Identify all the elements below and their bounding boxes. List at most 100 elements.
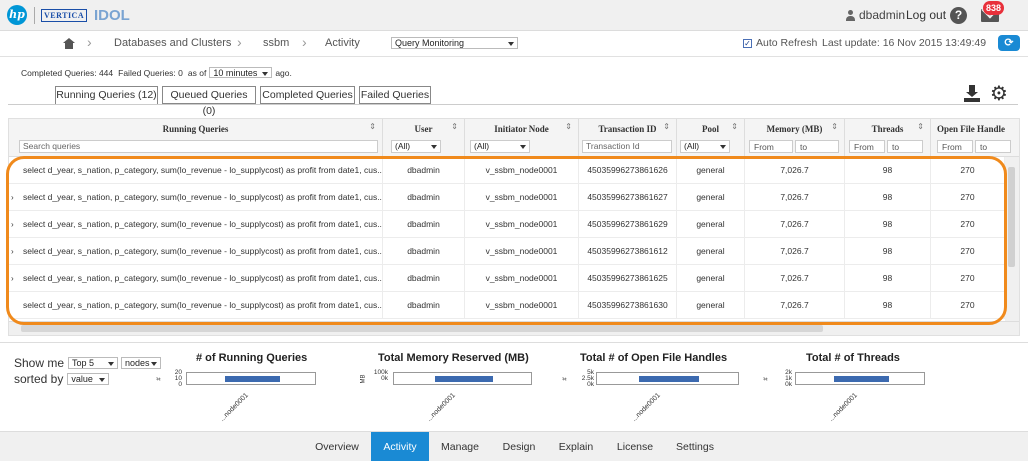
table-row[interactable]: › select d_year, s_nation, p_category, su…	[9, 238, 1009, 265]
summary-chart-title: Total Memory Reserved (MB)	[378, 352, 529, 364]
summary-chart-bar[interactable]	[435, 376, 493, 382]
summary-chart-bar[interactable]	[639, 376, 699, 382]
auto-refresh-label: Auto Refresh	[756, 37, 818, 49]
tab-failed-queries[interactable]: Failed Queries	[359, 86, 431, 104]
column-initiator-node[interactable]: Initiator Node ⇕ (All)	[465, 119, 579, 157]
vertical-scrollbar[interactable]	[1005, 157, 1019, 322]
table-row[interactable]: › select d_year, s_nation, p_category, su…	[9, 211, 1009, 238]
nav-explain[interactable]: Explain	[553, 432, 599, 461]
breadcrumb-databases[interactable]: Databases and Clusters	[114, 37, 231, 49]
logout-link[interactable]: Log out	[906, 8, 946, 22]
summary-chart-node-label: ...node0001	[218, 392, 250, 424]
column-memory[interactable]: Memory (MB) ⇕ From to	[745, 119, 845, 157]
tab-completed-queries[interactable]: Completed Queries	[260, 86, 355, 104]
node-cell: v_ssbm_node0001	[465, 265, 579, 292]
nav-design[interactable]: Design	[497, 432, 541, 461]
user-menu[interactable]: dbadmin	[845, 8, 905, 22]
nav-activity[interactable]: Activity	[371, 432, 429, 461]
nav-manage[interactable]: Manage	[436, 432, 484, 461]
transaction-id-input[interactable]: Transaction Id	[582, 140, 672, 153]
summary-chart-bar[interactable]	[834, 376, 889, 382]
user-filter-select[interactable]: (All)	[391, 140, 441, 153]
vertica-logo: VERTICA	[41, 9, 88, 22]
user-cell: dbadmin	[383, 184, 465, 211]
horizontal-scrollbar[interactable]	[9, 321, 1019, 335]
nav-settings[interactable]: Settings	[670, 432, 720, 461]
sort-icon[interactable]: ⇕	[565, 123, 572, 131]
table-row[interactable]: › select d_year, s_nation, p_category, su…	[9, 184, 1009, 211]
summary-chart-plot[interactable]	[795, 372, 925, 385]
handles-cell: 270	[931, 184, 1005, 211]
sort-icon[interactable]: ⇕	[369, 123, 376, 131]
table-row[interactable]: › select d_year, s_nation, p_category, su…	[9, 265, 1009, 292]
sort-icon[interactable]: ⇕	[731, 123, 738, 131]
summary-chart-unit: MB	[360, 374, 367, 384]
column-transaction-id[interactable]: Transaction ID ⇕ Transaction Id	[579, 119, 677, 157]
transaction-id-cell: 45035996273861625	[579, 265, 677, 292]
summary-chart-plot[interactable]	[186, 372, 316, 385]
completed-count: Completed Queries: 444	[21, 67, 114, 78]
handles-from-input[interactable]: From	[937, 140, 973, 153]
threads-from-input[interactable]: From	[849, 140, 885, 153]
sort-select[interactable]: value	[67, 373, 110, 385]
chevron-down-icon	[262, 72, 269, 76]
sort-value: value	[71, 374, 93, 384]
handles-cell: 270	[931, 238, 1005, 265]
help-icon[interactable]: ?	[950, 7, 967, 24]
gear-icon[interactable]: ⚙	[990, 83, 1008, 103]
view-select[interactable]: Query Monitoring	[391, 37, 518, 49]
column-open-file-handles[interactable]: Open File Handle From to	[931, 119, 1019, 157]
sort-icon[interactable]: ⇕	[917, 123, 924, 131]
nav-license[interactable]: License	[612, 432, 658, 461]
memory-cell: 7,026.7	[745, 265, 845, 292]
top-n-select[interactable]: Top 5	[68, 357, 119, 369]
table-header: Running Queries ⇕ Search queries User ⇕ …	[9, 119, 1019, 157]
show-me-label: Show me	[14, 356, 65, 370]
search-queries-input[interactable]: Search queries	[19, 140, 378, 153]
transaction-id-cell: 45035996273861629	[579, 211, 677, 238]
home-icon[interactable]	[63, 38, 75, 49]
sort-icon[interactable]: ⇕	[831, 123, 838, 131]
tab-running-queries[interactable]: Running Queries (12)	[55, 86, 158, 105]
auto-refresh-checkbox[interactable]: ✓	[743, 39, 752, 48]
user-cell: dbadmin	[383, 211, 465, 238]
failed-count: Failed Queries: 0	[118, 67, 183, 78]
table-row[interactable]: select d_year, s_nation, p_category, sum…	[9, 292, 1009, 319]
column-user[interactable]: User ⇕ (All)	[383, 119, 465, 157]
memory-to-input[interactable]: to	[795, 140, 839, 153]
handles-to-input[interactable]: to	[975, 140, 1011, 153]
threads-to-input[interactable]: to	[887, 140, 923, 153]
sort-icon[interactable]: ⇕	[451, 123, 458, 131]
vertical-scroll-thumb[interactable]	[1008, 167, 1015, 267]
column-pool[interactable]: Pool ⇕ (All)	[677, 119, 745, 157]
memory-cell: 7,026.7	[745, 238, 845, 265]
horizontal-scroll-thumb[interactable]	[21, 325, 823, 332]
sorted-by-label: sorted by	[14, 372, 64, 386]
summary-chart-tick: 0k	[785, 381, 792, 388]
breadcrumb-database[interactable]: ssbm	[263, 37, 289, 49]
memory-from-input[interactable]: From	[749, 140, 793, 153]
column-title: Initiator Node	[494, 124, 549, 134]
user-cell: dbadmin	[383, 157, 465, 184]
handles-cell: 270	[931, 265, 1005, 292]
column-threads[interactable]: Threads ⇕ From to	[845, 119, 931, 157]
table-row[interactable]: select d_year, s_nation, p_category, sum…	[9, 157, 1009, 184]
summary-chart-plot[interactable]	[393, 372, 532, 385]
interval-select[interactable]: 10 minutes	[209, 67, 273, 78]
group-select[interactable]: nodes	[121, 357, 162, 369]
chevron-right-icon: ›	[237, 34, 242, 50]
tab-queued-queries[interactable]: Queued Queries (0)	[162, 86, 256, 117]
summary-chart-bar[interactable]	[225, 376, 280, 382]
sort-icon[interactable]: ⇕	[663, 123, 670, 131]
memory-cell: 7,026.7	[745, 184, 845, 211]
summary-chart-plot[interactable]	[596, 372, 739, 385]
refresh-button[interactable]: ⟳	[998, 35, 1020, 51]
nav-overview[interactable]: Overview	[310, 432, 364, 461]
threads-cell: 98	[845, 184, 931, 211]
pool-filter-select[interactable]: (All)	[680, 140, 730, 153]
transaction-id-cell: 45035996273861630	[579, 292, 677, 319]
pool-cell: general	[677, 184, 745, 211]
node-filter-select[interactable]: (All)	[470, 140, 530, 153]
query-cell: select d_year, s_nation, p_category, sum…	[9, 184, 383, 211]
column-running-queries[interactable]: Running Queries ⇕ Search queries	[9, 119, 383, 157]
